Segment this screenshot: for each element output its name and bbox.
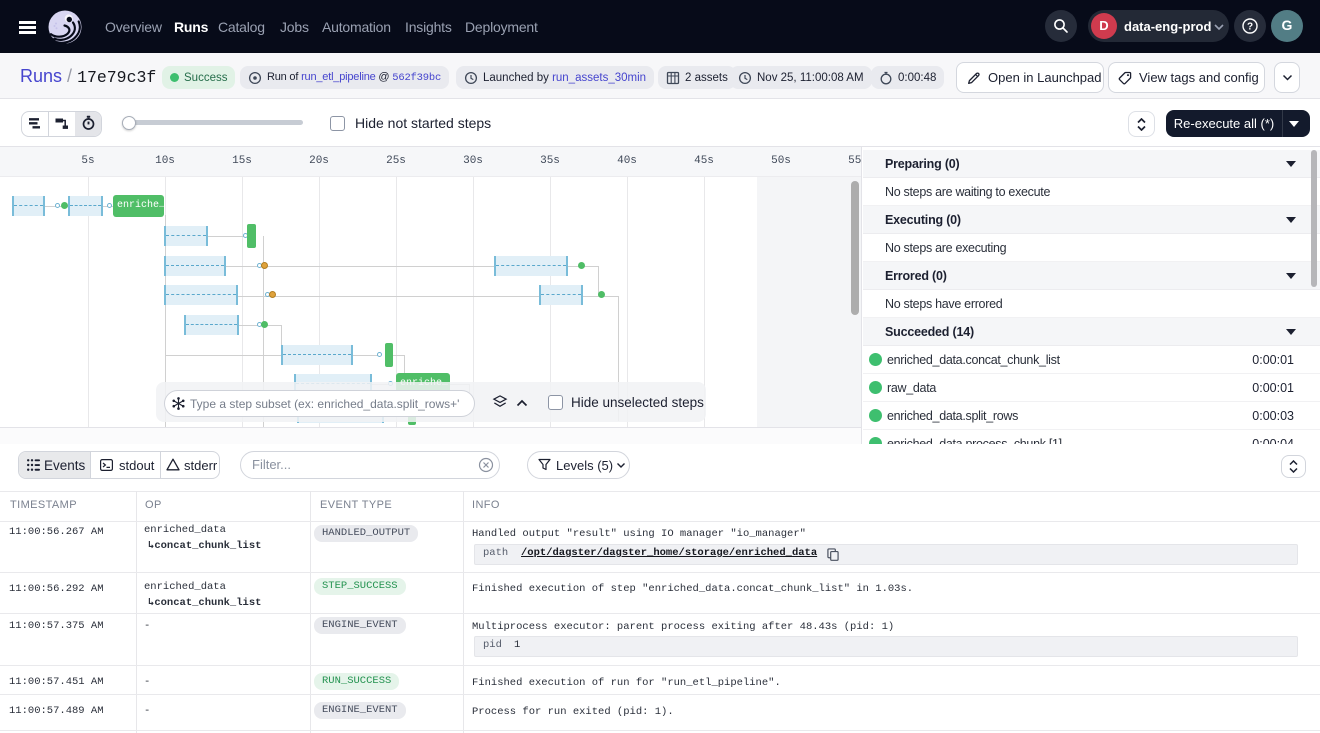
svg-text:?: ? bbox=[1247, 22, 1253, 33]
